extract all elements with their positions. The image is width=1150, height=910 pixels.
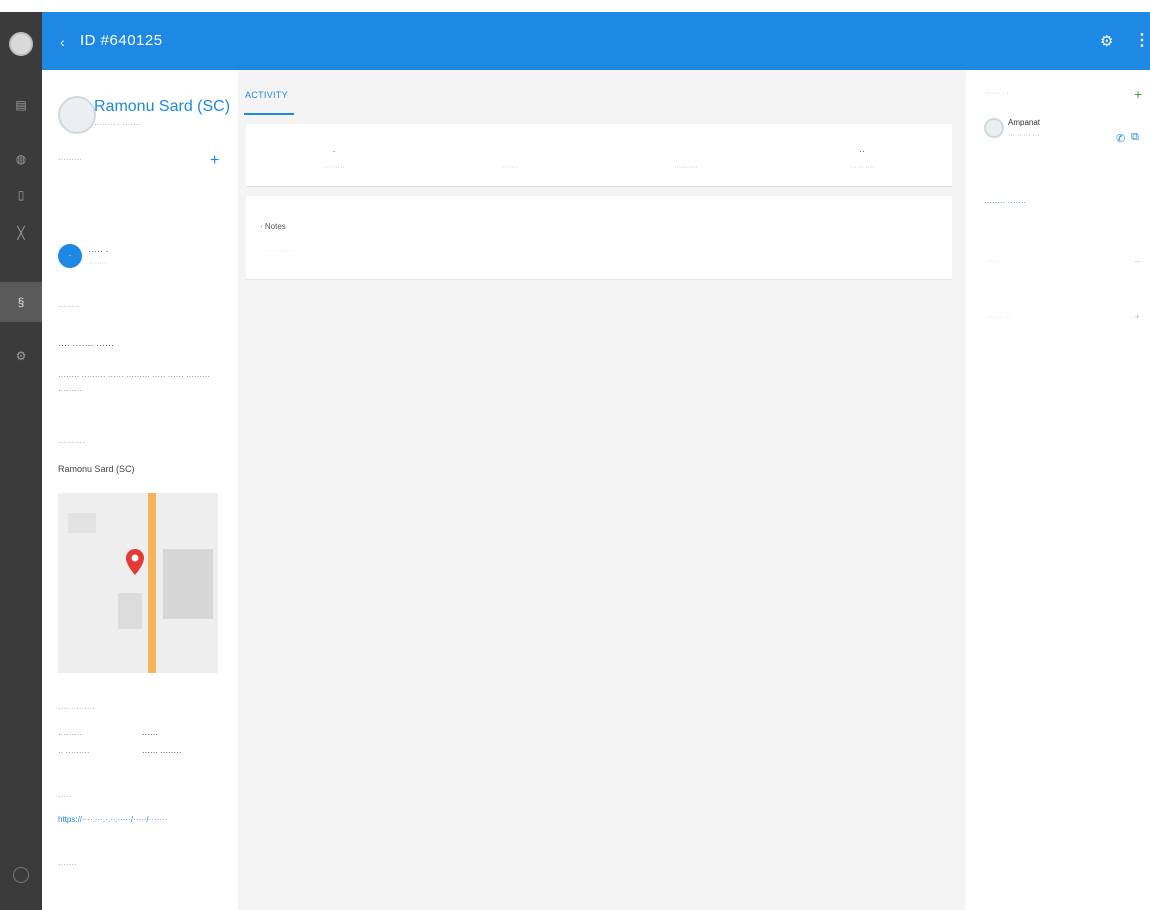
- contact-avatar: [984, 118, 1004, 138]
- add-contact-icon[interactable]: +: [1134, 86, 1142, 102]
- kv-value: ······: [142, 730, 158, 739]
- help-icon[interactable]: [13, 867, 29, 883]
- stat-number: ··: [859, 146, 865, 156]
- nav-rail: ▤ ◍ ▯ ╳ § ⚙: [0, 12, 42, 910]
- website-link[interactable]: https://····.···.·.··.·····/·····/······…: [58, 815, 234, 824]
- kv-label: ·········: [58, 730, 82, 739]
- location-map[interactable]: [58, 493, 218, 673]
- stat-label: ·········: [323, 164, 345, 171]
- settings-icon[interactable]: ⚙: [14, 349, 28, 363]
- details-label: ···· ·········: [58, 704, 95, 713]
- stat-label: ·······: [501, 164, 519, 171]
- stat-label: ··· ·· ····: [849, 164, 875, 171]
- contacts-panel: ······· · · + Ampanat ··· ·· ··· ··· ✆ ⧉…: [966, 70, 1150, 910]
- top-bar: ‹ ID #640125 ⚙ ⋮: [0, 12, 1150, 70]
- tab-activity[interactable]: ACTIVITY: [245, 90, 288, 100]
- list-item-icon[interactable]: –: [1135, 256, 1140, 266]
- location-name: Ramonu Sard (SC): [58, 464, 135, 474]
- list-item-text: ······ ···: [988, 314, 1011, 321]
- app-window: ‹ ID #640125 ⚙ ⋮ ▤ ◍ ▯ ╳ § ⚙ Ramonu Sard…: [0, 0, 1150, 910]
- details-panel: Ramonu Sard (SC) ········ · ······· ····…: [42, 70, 238, 910]
- stat-item[interactable]: · ·········: [246, 124, 422, 186]
- tab-underline: [244, 113, 294, 115]
- stat-number: [598, 146, 774, 156]
- document-icon[interactable]: ▯: [14, 188, 28, 202]
- list-icon[interactable]: ▤: [14, 98, 28, 112]
- description-text: ········ ········· ······ ········· ····…: [58, 372, 210, 395]
- user-avatar[interactable]: [9, 32, 33, 56]
- map-pin-icon: [126, 549, 144, 575]
- phone-icon[interactable]: ✆: [1116, 132, 1125, 145]
- description-heading: ···· ······· ······: [58, 340, 114, 350]
- assignee-avatar[interactable]: ·: [58, 244, 82, 268]
- list-item[interactable]: ······ ··· +: [984, 308, 1140, 332]
- contacts-label: ······· · ·: [984, 90, 1009, 97]
- page-title: ID #640125: [80, 32, 163, 49]
- entity-avatar: [58, 96, 96, 134]
- contact-link[interactable]: ········ ·······: [984, 198, 1026, 207]
- stats-row: · ········· ······· ·········· ·· ··· ··…: [246, 124, 952, 186]
- location-label: ··········: [58, 438, 85, 447]
- person-icon[interactable]: §: [14, 295, 28, 309]
- contact-phone: ··· ·· ··· ···: [1008, 132, 1040, 139]
- contact-name: Ampanat: [1008, 118, 1041, 127]
- link-label: ·····: [58, 792, 72, 801]
- list-item-text: ·····: [988, 258, 1000, 265]
- stat-label: ··········: [674, 164, 698, 171]
- back-arrow-icon[interactable]: ‹: [60, 34, 65, 50]
- add-icon[interactable]: +: [210, 152, 219, 170]
- more-menu-icon[interactable]: ⋮: [1134, 30, 1150, 50]
- entity-name[interactable]: Ramonu Sard (SC): [94, 98, 230, 116]
- map-block: [68, 513, 96, 533]
- gear-icon[interactable]: ⚙: [1100, 32, 1113, 50]
- entity-subtitle: ········ · ·······: [94, 120, 142, 129]
- map-block: [163, 549, 213, 619]
- map-road: [148, 493, 156, 673]
- assignee-name: ····· ·: [88, 246, 109, 256]
- notes-card[interactable]: · Notes ··· ···· ·····: [246, 196, 952, 280]
- stat-item[interactable]: ··········: [598, 124, 774, 186]
- description-label: ········: [58, 302, 80, 311]
- stat-item[interactable]: ·· ··· ·· ····: [774, 124, 950, 186]
- notes-placeholder: ··· ···· ·····: [264, 248, 296, 255]
- footer-label: ·······: [58, 860, 77, 869]
- chart-icon[interactable]: ╳: [14, 226, 28, 240]
- stat-item[interactable]: ·······: [422, 124, 598, 186]
- notes-header[interactable]: · Notes: [260, 222, 286, 231]
- kv-label: ·· ·········: [58, 748, 90, 757]
- stat-number: [422, 146, 598, 156]
- assignee-sub: ·· ·····: [88, 260, 107, 267]
- copy-icon[interactable]: ⧉: [1131, 131, 1139, 144]
- section-label: ·········: [58, 155, 82, 164]
- kv-value: ······ ········: [142, 748, 182, 757]
- divider: [246, 186, 952, 187]
- map-block: [118, 593, 142, 629]
- list-item[interactable]: ····· –: [984, 252, 1140, 276]
- globe-icon[interactable]: ◍: [14, 152, 28, 166]
- stat-number: ·: [332, 146, 336, 156]
- list-item-icon[interactable]: +: [1135, 312, 1140, 322]
